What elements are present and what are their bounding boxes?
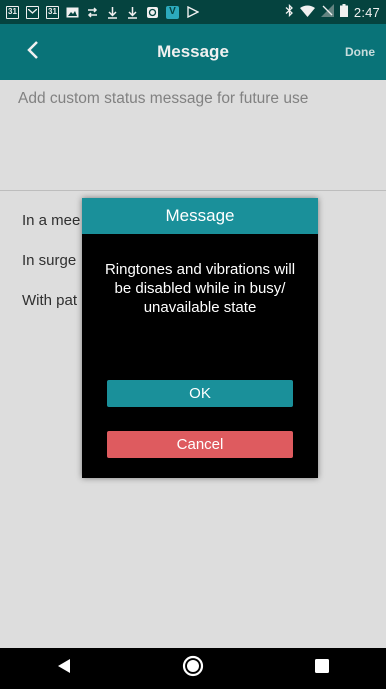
nav-recents-button[interactable] xyxy=(297,649,347,689)
nav-home-button[interactable] xyxy=(168,649,218,689)
recents-square-icon xyxy=(314,659,329,678)
message-dialog: Message Ringtones and vibrations will be… xyxy=(82,198,318,478)
navigation-bar xyxy=(0,648,386,689)
back-triangle-icon xyxy=(57,658,71,679)
cancel-button[interactable]: Cancel xyxy=(107,431,293,458)
dialog-message: Ringtones and vibrations will be disable… xyxy=(104,261,296,316)
home-circle-icon xyxy=(182,655,204,682)
ok-button[interactable]: OK xyxy=(107,380,293,407)
nav-back-button[interactable] xyxy=(39,649,89,689)
dialog-title: Message xyxy=(82,198,318,234)
